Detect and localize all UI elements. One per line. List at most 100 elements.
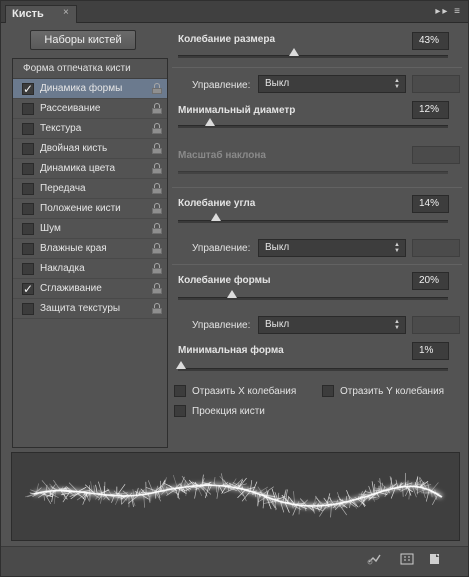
- min-roundness-value[interactable]: 1%: [412, 342, 449, 360]
- min-diameter-value[interactable]: 12%: [412, 101, 449, 119]
- list-item[interactable]: Влажные края: [13, 239, 167, 259]
- checkbox-box[interactable]: [22, 103, 34, 115]
- lock-icon[interactable]: [152, 183, 162, 194]
- flip-x-checkbox[interactable]: Отразить X колебания: [174, 385, 296, 399]
- list-item[interactable]: Накладка: [13, 259, 167, 279]
- lock-icon[interactable]: [152, 103, 162, 114]
- lock-icon[interactable]: [152, 263, 162, 274]
- list-item-label: Динамика цвета: [40, 163, 116, 174]
- lock-icon[interactable]: [152, 143, 162, 154]
- checkbox-box[interactable]: [322, 385, 334, 397]
- size-control-label: Управление:: [192, 80, 251, 91]
- angle-control-extra-field: [412, 239, 460, 257]
- checkbox-box[interactable]: ✓: [22, 283, 34, 295]
- checkbox-box[interactable]: [22, 203, 34, 215]
- roundness-control-extra-field: [412, 316, 460, 334]
- brush-presets-button[interactable]: Наборы кистей: [30, 30, 136, 50]
- list-item-label: Текстура: [40, 123, 82, 134]
- checkbox-box[interactable]: [22, 303, 34, 315]
- checkbox-box[interactable]: [22, 183, 34, 195]
- size-control-extra-field: [412, 75, 460, 93]
- roundness-jitter-value[interactable]: 20%: [412, 272, 449, 290]
- lock-icon[interactable]: [152, 203, 162, 214]
- roundness-jitter-slider[interactable]: [178, 290, 448, 300]
- divider: [172, 67, 462, 68]
- min-roundness-label: Минимальная форма: [178, 345, 284, 356]
- checkbox-box[interactable]: [22, 123, 34, 135]
- divider: [172, 187, 462, 188]
- checkbox-box[interactable]: [174, 385, 186, 397]
- checkbox-box[interactable]: [22, 243, 34, 255]
- lock-icon[interactable]: [152, 223, 162, 234]
- checkbox-box[interactable]: [22, 263, 34, 275]
- lock-icon[interactable]: [152, 123, 162, 134]
- roundness-control-label: Управление:: [192, 320, 251, 331]
- checkbox-box[interactable]: ✓: [22, 83, 34, 95]
- lock-icon[interactable]: [152, 283, 162, 294]
- checkbox-box[interactable]: [174, 405, 186, 417]
- lock-icon[interactable]: [152, 163, 162, 174]
- checkbox-box[interactable]: [22, 143, 34, 155]
- brush-projection-checkbox[interactable]: Проекция кисти: [174, 405, 265, 419]
- lock-icon[interactable]: [152, 83, 162, 94]
- brush-tip-shape-item[interactable]: Форма отпечатка кисти: [13, 59, 167, 79]
- flip-y-label: Отразить Y колебания: [340, 386, 445, 397]
- flip-y-checkbox[interactable]: Отразить Y колебания: [322, 385, 444, 399]
- close-icon[interactable]: ×: [63, 7, 69, 18]
- list-item[interactable]: Положение кисти: [13, 199, 167, 219]
- slider-thumb[interactable]: [175, 361, 186, 369]
- panel-bottom-bar: [1, 546, 468, 576]
- list-item[interactable]: ✓ Сглаживание: [13, 279, 167, 299]
- select-arrows-icon: ▲ ▼: [394, 78, 400, 90]
- list-item[interactable]: Рассеивание: [13, 99, 167, 119]
- slider-thumb[interactable]: [289, 48, 300, 56]
- new-preset-icon[interactable]: [428, 553, 442, 565]
- checkbox-box[interactable]: [22, 223, 34, 235]
- tilt-scale-label: Масштаб наклона: [178, 150, 266, 161]
- roundness-jitter-label: Колебание формы: [178, 275, 271, 286]
- list-item[interactable]: Динамика цвета: [13, 159, 167, 179]
- roundness-control-value: Выкл: [265, 319, 290, 330]
- lock-icon[interactable]: [152, 243, 162, 254]
- angle-control-value: Выкл: [265, 242, 290, 253]
- min-diameter-slider[interactable]: [178, 118, 448, 128]
- tilt-scale-slider: [178, 171, 448, 174]
- min-roundness-slider[interactable]: [175, 361, 448, 371]
- angle-control-select[interactable]: Выкл ▲ ▼: [258, 239, 406, 257]
- list-item[interactable]: Шум: [13, 219, 167, 239]
- brush-toggle-icon[interactable]: [367, 553, 381, 565]
- tab-brush[interactable]: Кисть ×: [5, 5, 77, 23]
- list-item[interactable]: Защита текстуры: [13, 299, 167, 319]
- brush-projection-label: Проекция кисти: [192, 406, 265, 417]
- list-item-label: Защита текстуры: [40, 303, 121, 314]
- slider-thumb[interactable]: [210, 213, 221, 221]
- slider-thumb[interactable]: [205, 118, 216, 126]
- stroke-preview-image: [25, 472, 444, 518]
- angle-jitter-slider[interactable]: [178, 213, 448, 223]
- list-item-label: Рассеивание: [40, 103, 101, 114]
- list-item-label: Положение кисти: [40, 203, 121, 214]
- size-jitter-slider[interactable]: [178, 48, 448, 58]
- checkbox-box[interactable]: [22, 163, 34, 175]
- list-item[interactable]: Текстура: [13, 119, 167, 139]
- list-item-label: Сглаживание: [40, 283, 102, 294]
- list-item[interactable]: Двойная кисть: [13, 139, 167, 159]
- brush-stroke-preview: [11, 452, 460, 541]
- slider-thumb[interactable]: [227, 290, 237, 298]
- list-item[interactable]: Передача: [13, 179, 167, 199]
- min-diameter-label: Минимальный диаметр: [178, 105, 296, 116]
- lock-icon[interactable]: [152, 303, 162, 314]
- list-item-label: Динамика формы: [40, 83, 123, 94]
- size-control-select[interactable]: Выкл ▲ ▼: [258, 75, 406, 93]
- grid-panel-icon[interactable]: [400, 553, 414, 565]
- size-jitter-value[interactable]: 43%: [412, 32, 449, 50]
- panel-menu-icon[interactable]: ▸▸ ≡: [435, 6, 462, 17]
- list-item[interactable]: ✓ Динамика формы: [13, 79, 167, 99]
- list-item-label: Передача: [40, 183, 86, 194]
- angle-jitter-value[interactable]: 14%: [412, 195, 449, 213]
- angle-jitter-label: Колебание угла: [178, 198, 256, 209]
- list-item-label: Накладка: [40, 263, 85, 274]
- size-jitter-label: Колебание размера: [178, 34, 276, 45]
- roundness-control-select[interactable]: Выкл ▲ ▼: [258, 316, 406, 334]
- size-control-value: Выкл: [265, 78, 290, 89]
